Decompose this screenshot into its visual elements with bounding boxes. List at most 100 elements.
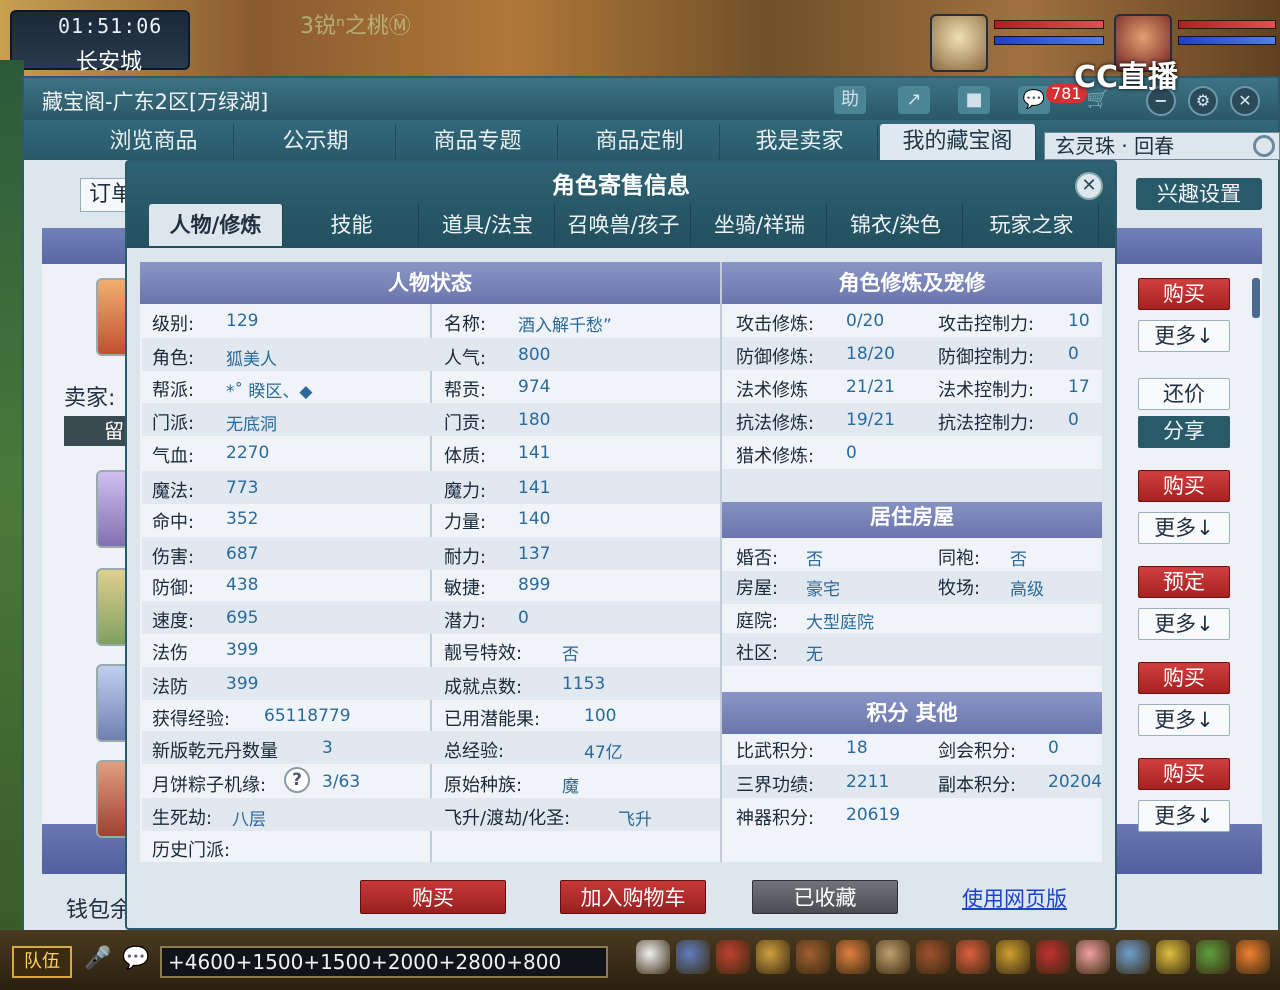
status-value: 3	[322, 738, 333, 758]
peach-icon[interactable]	[1076, 940, 1110, 974]
treasure-icon[interactable]	[716, 940, 750, 974]
status-label: 帮派:	[152, 380, 195, 401]
fan-icon[interactable]	[956, 940, 990, 974]
chat-input[interactable]: +4600+1500+1500+2000+2800+800	[160, 946, 608, 978]
cultivation-value: 0	[1068, 344, 1079, 364]
leave-message-button[interactable]: 留	[64, 416, 134, 446]
tab-items[interactable]: 道具/法宝	[421, 204, 555, 246]
scroll-icon[interactable]	[876, 940, 910, 974]
tab-outfits[interactable]: 锦衣/染色	[829, 204, 963, 246]
status-value: 399	[226, 674, 259, 694]
cultivation-label: 法术修炼	[736, 380, 808, 401]
nav-seller[interactable]: 我是卖家	[722, 124, 878, 160]
map-icon[interactable]	[1236, 940, 1270, 974]
status-value: 酒入解千愁ˮ	[518, 316, 612, 336]
pet-portrait[interactable]	[930, 14, 988, 72]
house-label: 庭院:	[736, 611, 779, 632]
status-value: 无底洞	[226, 415, 277, 435]
stop-icon[interactable]: ■	[958, 86, 990, 114]
nav-browse[interactable]: 浏览商品	[74, 124, 234, 160]
close-window-icon[interactable]: ✕	[1230, 86, 1260, 116]
status-label: 角色:	[152, 348, 195, 369]
scores-value: 18	[846, 738, 868, 758]
status-label: 靓号特效:	[444, 643, 523, 664]
scores-value: 20619	[846, 805, 901, 825]
more-button[interactable]: 更多↓	[1138, 512, 1230, 544]
nav-topics[interactable]: 商品专题	[398, 124, 558, 160]
coin-icon[interactable]	[1156, 940, 1190, 974]
scores-label: 剑会积分:	[938, 741, 1017, 762]
house-value: 否	[806, 550, 823, 570]
row-band	[722, 633, 1102, 666]
tab-summons[interactable]: 召唤兽/孩子	[557, 204, 691, 246]
chat-icon[interactable]: 💬	[1018, 86, 1050, 114]
status-value: *˚ 睽区、◆	[226, 382, 313, 402]
help-button[interactable]: 助	[834, 86, 866, 114]
share-button[interactable]: 分享	[1138, 416, 1230, 448]
more-button[interactable]: 更多↓	[1138, 800, 1230, 832]
buy-now-button[interactable]: 购买	[360, 880, 506, 914]
dialog-title: 角色寄售信息	[552, 173, 690, 199]
bag-icon[interactable]	[916, 940, 950, 974]
share-arrow-icon[interactable]: ↗	[898, 86, 930, 114]
status-value: 141	[518, 443, 551, 463]
collected-button[interactable]: 已收藏	[752, 880, 898, 914]
chat-bubble-icon[interactable]: 💬	[122, 946, 149, 971]
house-label: 牧场:	[938, 578, 981, 599]
counter-offer-button[interactable]: 还价	[1138, 378, 1230, 410]
bell-icon[interactable]	[996, 940, 1030, 974]
flag-icon[interactable]	[1036, 940, 1070, 974]
status-label: 门派:	[152, 413, 195, 434]
use-web-version-link[interactable]: 使用网页版	[962, 883, 1067, 913]
status-value: 0	[518, 608, 529, 628]
tab-character[interactable]: 人物/修炼	[149, 204, 283, 246]
settings-icon[interactable]	[1196, 940, 1230, 974]
left-scene-strip	[0, 60, 24, 930]
tab-skills[interactable]: 技能	[285, 204, 419, 246]
nav-my-pavilion[interactable]: 我的藏宝阁	[880, 124, 1036, 160]
help-question-icon[interactable]: ?	[284, 767, 310, 793]
cultivation-value: 17	[1068, 377, 1090, 397]
nav-public[interactable]: 公示期	[236, 124, 396, 160]
status-label: 门贡:	[444, 413, 487, 434]
add-to-cart-button[interactable]: 加入购物车	[560, 880, 706, 914]
team-icon[interactable]	[836, 940, 870, 974]
house-value: 无	[806, 645, 823, 665]
status-label: 新版乾元丹数量	[152, 741, 278, 762]
search-icon[interactable]	[1253, 135, 1275, 157]
book-icon[interactable]	[1116, 940, 1150, 974]
status-value: 否	[562, 645, 579, 665]
buy-button[interactable]: 购买	[1138, 662, 1230, 694]
cultivation-label: 抗法控制力:	[938, 413, 1035, 434]
pet-icon[interactable]	[636, 940, 670, 974]
status-label: 总经验:	[444, 741, 505, 762]
row-band	[722, 469, 1102, 502]
search-input[interactable]: 玄灵珠 · 回春	[1044, 132, 1280, 160]
status-value: 141	[518, 478, 551, 498]
listing-scrollbar[interactable]	[1252, 278, 1260, 318]
more-button[interactable]: 更多↓	[1138, 704, 1230, 736]
status-label: 成就点数:	[444, 677, 523, 698]
tab-home[interactable]: 玩家之家	[965, 204, 1099, 246]
buy-button[interactable]: 购买	[1138, 278, 1230, 310]
minimap[interactable]: 01:51:06 长安城	[10, 10, 190, 75]
more-button[interactable]: 更多↓	[1138, 608, 1230, 640]
reserve-button[interactable]: 预定	[1138, 566, 1230, 598]
interest-settings-button[interactable]: 兴趣设置	[1136, 178, 1262, 210]
nav-custom[interactable]: 商品定制	[560, 124, 720, 160]
settings-gear-icon[interactable]: ⚙	[1188, 86, 1218, 116]
shield-icon[interactable]	[796, 940, 830, 974]
cultivation-label: 抗法修炼:	[736, 413, 815, 434]
status-label: 飞升/渡劫/化圣:	[444, 808, 571, 829]
tab-mounts[interactable]: 坐骑/祥瑞	[693, 204, 827, 246]
cultivation-value: 0	[846, 443, 857, 463]
buy-button[interactable]: 购买	[1138, 470, 1230, 502]
voice-icon[interactable]: 🎤	[84, 946, 111, 971]
team-button[interactable]: 队伍	[12, 946, 72, 978]
gourd-icon[interactable]	[756, 940, 790, 974]
buy-button[interactable]: 购买	[1138, 758, 1230, 790]
dialog-close-icon[interactable]: ✕	[1075, 172, 1103, 200]
more-button[interactable]: 更多↓	[1138, 320, 1230, 352]
status-value: 1153	[562, 674, 606, 694]
sword-icon[interactable]	[676, 940, 710, 974]
